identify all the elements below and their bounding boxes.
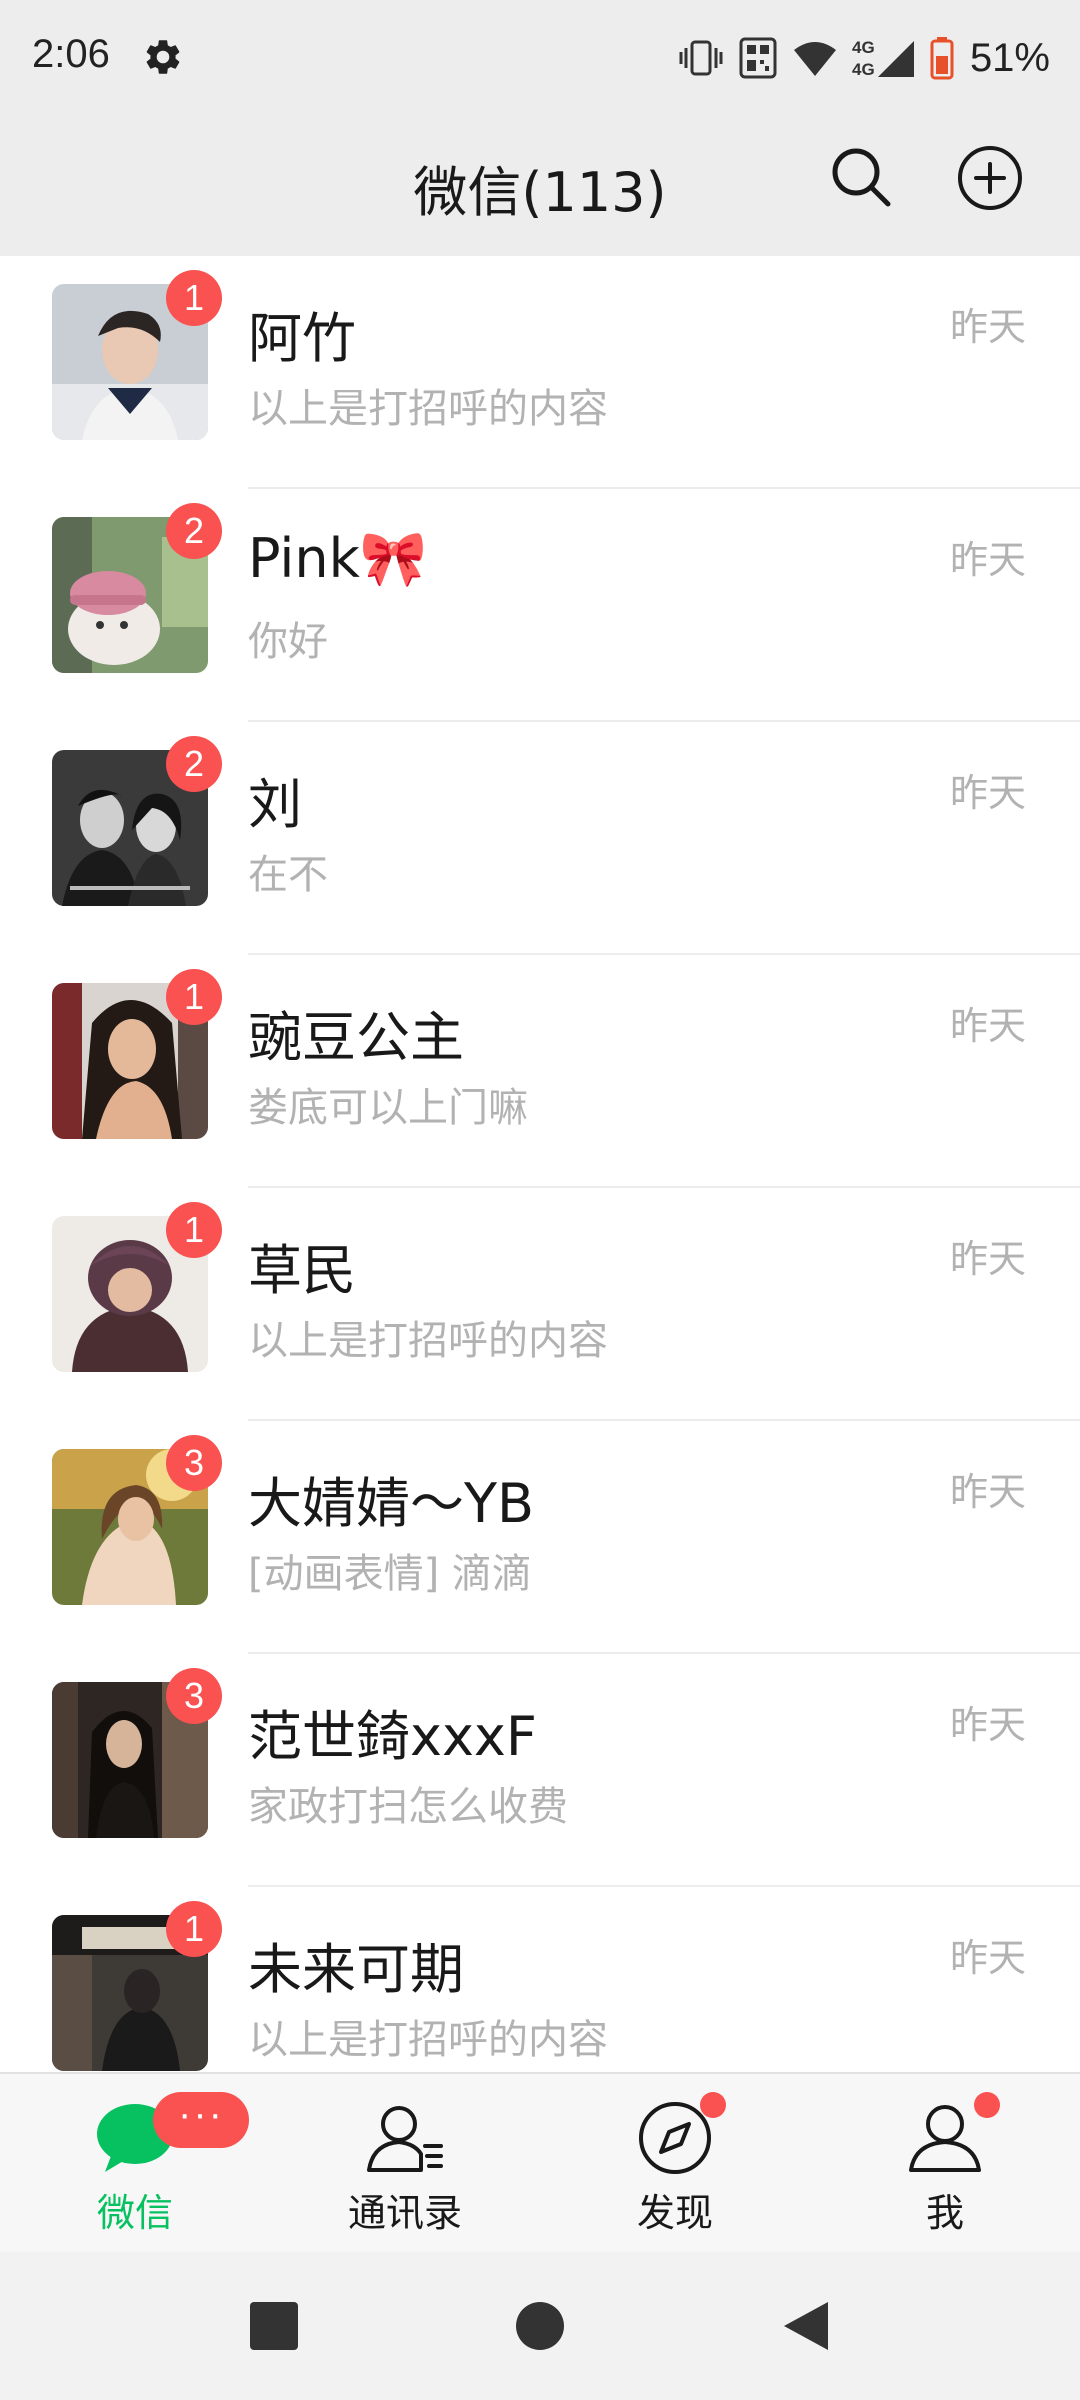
chat-preview: 你好 [248,619,328,665]
notification-dot [974,2092,1000,2118]
chat-preview: 娄底可以上门嘛 [248,1085,528,1131]
chat-item[interactable]: 3 大婧婧～YB [动画表情] 滴滴 昨天 [0,1421,1080,1654]
status-bar: 2:06 4G 4G 51% [0,0,1080,118]
tab-label: 我 [925,2191,964,2235]
chat-time: 昨天 [949,771,1026,815]
svg-text:4G: 4G [852,38,875,57]
notification-dot [700,2092,726,2118]
add-icon[interactable] [956,144,1024,212]
tab-discover[interactable]: 发现 [540,2074,810,2254]
unread-badge: 2 [166,736,222,792]
tab-contacts[interactable]: 通讯录 [270,2074,540,2254]
signal-icon: 4G 4G [852,38,914,79]
tab-me[interactable]: 我 [810,2074,1080,2254]
chat-name: 大婧婧～YB [248,1472,535,1535]
home-circle-icon[interactable] [512,2298,568,2354]
unread-badge: 1 [166,270,222,326]
chat-time: 昨天 [949,1237,1026,1281]
chat-time: 昨天 [949,1703,1026,1747]
unread-badge: 1 [166,1202,222,1258]
recents-square-icon[interactable] [246,2298,302,2354]
nfc-icon [739,37,777,79]
settings-icon [146,40,180,74]
chat-preview: 家政打扫怎么收费 [248,1784,568,1830]
tab-label: 通讯录 [347,2191,462,2235]
chat-item[interactable]: 1 豌豆公主 娄底可以上门嘛 昨天 [0,955,1080,1188]
vibrate-icon [679,40,723,76]
chat-preview: [动画表情] 滴滴 [248,1551,532,1597]
chat-time: 昨天 [949,305,1026,349]
unread-badge: 1 [166,1901,222,1957]
chat-time: 昨天 [949,1470,1026,1514]
tab-label: 微信 [96,2191,173,2235]
chat-name: 刘 [248,773,302,836]
contacts-icon [367,2106,443,2172]
chat-preview: 以上是打招呼的内容 [248,386,608,432]
wifi-icon [793,42,836,76]
back-triangle-icon[interactable] [778,2298,834,2354]
page-title: 微信(113) [413,161,667,224]
chat-item[interactable]: 1 未来可期 以上是打招呼的内容 昨天 [0,1887,1080,2072]
chat-name: 未来可期 [248,1938,464,2001]
chat-preview: 在不 [248,852,328,898]
chat-item[interactable]: 3 范世錡xxxF 家政打扫怎么收费 昨天 [0,1654,1080,1887]
chat-item[interactable]: 1 草民 以上是打招呼的内容 昨天 [0,1188,1080,1421]
chat-name: 豌豆公主 [248,1006,464,1069]
chat-time: 昨天 [949,1004,1026,1048]
person-icon [909,2105,981,2172]
status-icons: 4G 4G 51% [678,30,1050,86]
search-icon[interactable] [828,144,894,210]
chat-preview: 以上是打招呼的内容 [248,1318,608,1364]
chat-item[interactable]: 1 阿竹 以上是打招呼的内容 昨天 [0,256,1080,489]
chat-preview: 以上是打招呼的内容 [248,2017,608,2063]
chat-time: 昨天 [949,538,1026,582]
chat-name: Pink🎀 [248,527,428,590]
chat-name: 阿竹 [248,307,356,370]
system-nav-bar [0,2252,1080,2400]
bottom-tab-bar: ··· 微信 通讯录 发现 我 [0,2072,1080,2254]
chat-list: 1 阿竹 以上是打招呼的内容 昨天 2 Pink🎀 你好 昨天 2 刘 在不 昨… [0,256,1080,2072]
unread-badge: 1 [166,969,222,1025]
wechat-screen: 2:06 4G 4G 51% 微信(113) 1 阿竹 以上是打招呼的内容 昨天… [0,0,1080,2400]
battery-percent: 51% [969,35,1050,80]
battery-icon [930,37,954,80]
unread-badge: 3 [166,1668,222,1724]
tab-chats[interactable]: ··· 微信 [0,2074,270,2254]
chat-time: 昨天 [949,1936,1026,1980]
svg-text:4G: 4G [852,60,875,79]
chat-name: 草民 [248,1239,356,1302]
unread-badge: 2 [166,503,222,559]
app-header: 微信(113) [0,118,1080,256]
more-badge: ··· [153,2092,249,2148]
unread-badge: 3 [166,1435,222,1491]
chat-name: 范世錡xxxF [248,1705,537,1768]
chat-item[interactable]: 2 刘 在不 昨天 [0,722,1080,955]
status-time: 2:06 [32,32,110,76]
chat-item[interactable]: 2 Pink🎀 你好 昨天 [0,489,1080,722]
tab-label: 发现 [636,2191,713,2235]
